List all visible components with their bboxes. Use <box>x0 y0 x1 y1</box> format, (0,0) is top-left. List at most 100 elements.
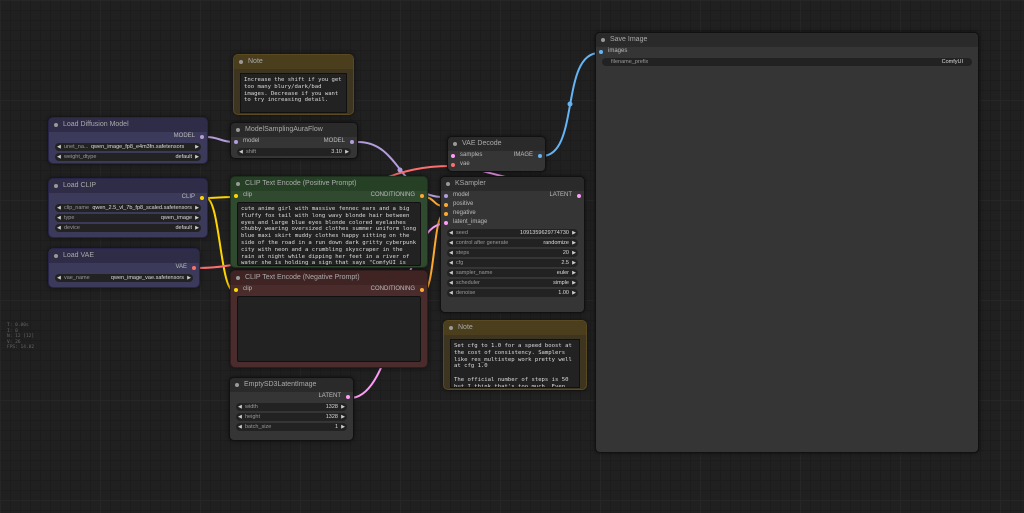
node-title[interactable]: KSampler <box>441 177 584 191</box>
node-title[interactable]: VAE Decode <box>448 137 545 151</box>
node-title[interactable]: EmptySD3LatentImage <box>230 378 353 392</box>
vae-decode-node[interactable]: VAE Decode samples IMAGE vae <box>447 136 546 172</box>
clip-text-encode-negative-node[interactable]: CLIP Text Encode (Negative Prompt) clip … <box>230 270 428 368</box>
arrow-left-icon: ◀ <box>238 404 242 410</box>
batch-size-widget[interactable]: ◀ batch_size 1 ▶ <box>236 423 347 431</box>
scheduler-widget[interactable]: ◀ scheduler simple ▶ <box>447 279 578 287</box>
io-clip-conditioning[interactable]: clip CONDITIONING <box>231 285 427 294</box>
vae-socket-icon[interactable] <box>192 265 196 270</box>
input-images[interactable]: images <box>596 47 978 56</box>
model-sampling-auraflow-node[interactable]: ModelSamplingAuraFlow model MODEL ◀ shift… <box>230 122 358 159</box>
node-title[interactable]: Load CLIP <box>49 179 207 193</box>
weight-dtype-widget[interactable]: ◀ weight_dtype default ▶ <box>55 153 201 161</box>
output-latent[interactable]: LATENT <box>230 392 353 401</box>
positive-prompt-textarea[interactable]: cute anime girl with massive fennec ears… <box>237 202 421 266</box>
note-node-bottom[interactable]: Note Set cfg to 1.0 for a speed boost at… <box>443 320 587 390</box>
image-socket-icon[interactable] <box>538 153 542 158</box>
node-title[interactable]: Load Diffusion Model <box>49 118 207 132</box>
collapse-dot-icon[interactable] <box>235 383 239 387</box>
model-socket-icon[interactable] <box>444 193 448 198</box>
conditioning-socket-icon[interactable] <box>420 287 424 292</box>
input-vae[interactable]: vae <box>448 160 545 169</box>
shift-widget[interactable]: ◀ shift 3.10 ▶ <box>237 148 351 156</box>
clip-socket-icon[interactable] <box>200 195 204 200</box>
collapse-dot-icon[interactable] <box>446 182 450 186</box>
conditioning-socket-icon[interactable] <box>444 211 448 216</box>
control-after-generate-widget[interactable]: ◀ control after generate randomize ▶ <box>447 239 578 247</box>
negative-prompt-textarea[interactable] <box>237 296 421 362</box>
clip-socket-icon[interactable] <box>234 193 238 198</box>
image-socket-icon[interactable] <box>599 49 603 54</box>
node-title[interactable]: Save Image <box>596 33 978 47</box>
note-text[interactable]: Set cfg to 1.0 for a speed boost at the … <box>450 339 580 388</box>
collapse-dot-icon[interactable] <box>236 182 240 186</box>
unet-name-widget[interactable]: ◀ unet_na... qwen_image_fp8_e4m3fn.safeten… <box>55 143 201 151</box>
latent-socket-icon[interactable] <box>577 193 581 198</box>
node-title[interactable]: CLIP Text Encode (Negative Prompt) <box>231 271 427 285</box>
io-samples-image[interactable]: samples IMAGE <box>448 151 545 160</box>
arrow-left-icon: ◀ <box>57 215 61 221</box>
node-title[interactable]: Note <box>234 55 353 69</box>
latent-socket-icon[interactable] <box>451 153 455 158</box>
latent-socket-icon[interactable] <box>444 220 448 225</box>
collapse-dot-icon[interactable] <box>54 254 58 258</box>
input-positive[interactable]: positive <box>441 200 584 209</box>
note-node-top[interactable]: Note Increase the shift if you get too m… <box>233 54 354 115</box>
input-negative[interactable]: negative <box>441 209 584 218</box>
filename-prefix-widget[interactable]: filename_prefix ComfyUI <box>602 58 972 66</box>
cfg-widget[interactable]: ◀ cfg 2.5 ▶ <box>447 259 578 267</box>
clip-name-widget[interactable]: ◀ clip_name qwen_2.5_vl_7b_fp8_scaled.safe… <box>55 204 201 212</box>
model-socket-icon[interactable] <box>234 139 238 144</box>
load-diffusion-model-node[interactable]: Load Diffusion Model MODEL ◀ unet_na... qw… <box>48 117 208 164</box>
device-widget[interactable]: ◀ device default ▶ <box>55 224 201 232</box>
collapse-dot-icon[interactable] <box>239 60 243 64</box>
output-model[interactable]: MODEL <box>49 132 207 141</box>
io-clip-conditioning[interactable]: clip CONDITIONING <box>231 191 427 200</box>
conditioning-socket-icon[interactable] <box>420 193 424 198</box>
node-title[interactable]: Load VAE <box>49 249 199 263</box>
model-socket-icon[interactable] <box>200 134 204 139</box>
steps-widget[interactable]: ◀ steps 20 ▶ <box>447 249 578 257</box>
vae-socket-icon[interactable] <box>451 162 455 167</box>
graph-canvas[interactable]: T: 0.00s I: 0 N: 12 [12] V: 26 FPS: 14.82 No… <box>0 0 1024 513</box>
width-widget[interactable]: ◀ width 1328 ▶ <box>236 403 347 411</box>
arrow-left-icon: ◀ <box>57 154 61 160</box>
load-clip-node[interactable]: Load CLIP CLIP ◀ clip_name qwen_2.5_vl_7b_… <box>48 178 208 238</box>
collapse-dot-icon[interactable] <box>236 128 240 132</box>
height-widget[interactable]: ◀ height 1328 ▶ <box>236 413 347 421</box>
node-title[interactable]: ModelSamplingAuraFlow <box>231 123 357 137</box>
reroute-dot <box>567 101 573 107</box>
node-title[interactable]: CLIP Text Encode (Positive Prompt) <box>231 177 427 191</box>
output-vae[interactable]: VAE <box>49 263 199 272</box>
empty-sd3-latent-image-node[interactable]: EmptySD3LatentImage LATENT ◀ width 1328 ▶ ◀… <box>229 377 354 441</box>
latent-socket-icon[interactable] <box>346 394 350 399</box>
collapse-dot-icon[interactable] <box>601 38 605 42</box>
collapse-dot-icon[interactable] <box>236 276 240 280</box>
ksampler-node[interactable]: KSampler model LATENT positive negative … <box>440 176 585 313</box>
arrow-left-icon: ◀ <box>449 240 453 246</box>
output-clip[interactable]: CLIP <box>49 193 207 202</box>
io-model[interactable]: model MODEL <box>231 137 357 146</box>
collapse-dot-icon[interactable] <box>54 184 58 188</box>
clip-text-encode-positive-node[interactable]: CLIP Text Encode (Positive Prompt) clip … <box>230 176 428 268</box>
node-title[interactable]: Note <box>444 321 586 335</box>
denoise-widget[interactable]: ◀ denoise 1.00 ▶ <box>447 289 578 297</box>
collapse-dot-icon[interactable] <box>453 142 457 146</box>
io-model-latent[interactable]: model LATENT <box>441 191 584 200</box>
load-vae-node[interactable]: Load VAE VAE ◀ vae_name qwen_image_vae.saf… <box>48 248 200 288</box>
sampler-name-widget[interactable]: ◀ sampler_name euler ▶ <box>447 269 578 277</box>
collapse-dot-icon[interactable] <box>54 123 58 127</box>
model-socket-icon[interactable] <box>350 139 354 144</box>
vae-name-widget[interactable]: ◀ vae_name qwen_image_vae.safetensors ▶ <box>55 274 193 282</box>
seed-widget[interactable]: ◀ seed 1091359629774730 ▶ <box>447 229 578 237</box>
save-image-node[interactable]: Save Image images filename_prefix ComfyUI <box>595 32 979 453</box>
clip-socket-icon[interactable] <box>234 287 238 292</box>
arrow-left-icon: ◀ <box>449 260 453 266</box>
arrow-right-icon: ▶ <box>341 414 345 420</box>
conditioning-socket-icon[interactable] <box>444 202 448 207</box>
note-text[interactable]: Increase the shift if you get too many b… <box>240 73 347 113</box>
input-latent-image[interactable]: latent_image <box>441 218 584 227</box>
collapse-dot-icon[interactable] <box>449 326 453 330</box>
arrow-right-icon: ▶ <box>187 275 191 281</box>
clip-type-widget[interactable]: ◀ type qwen_image ▶ <box>55 214 201 222</box>
